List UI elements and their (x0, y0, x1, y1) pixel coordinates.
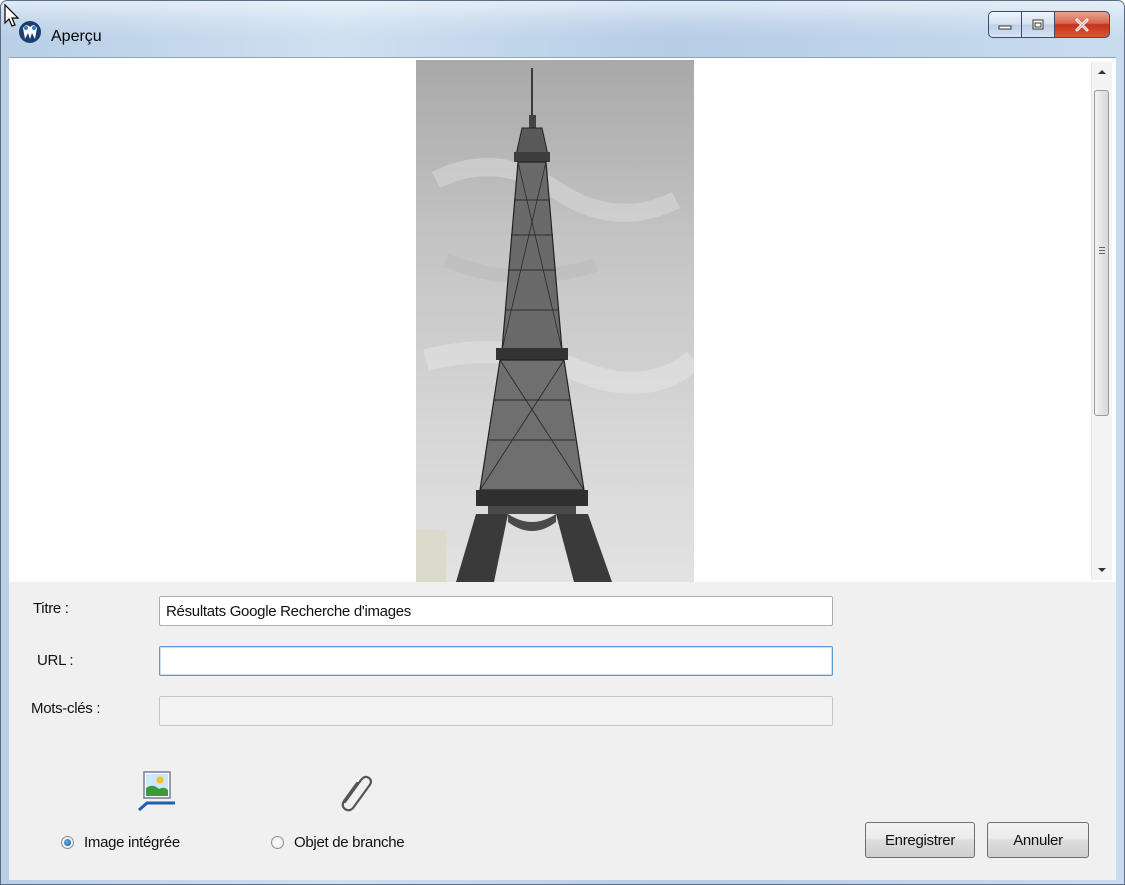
scroll-down-button[interactable] (1092, 560, 1112, 580)
keywords-field[interactable] (159, 696, 833, 726)
preview-vertical-scrollbar[interactable] (1091, 62, 1112, 580)
title-field[interactable] (159, 596, 833, 626)
embedded-image-option[interactable]: Image intégrée (61, 834, 180, 851)
embedded-image-radio[interactable] (61, 836, 74, 849)
caption-buttons (988, 11, 1110, 41)
branch-object-radio[interactable] (271, 836, 284, 849)
paperclip-icon (341, 775, 373, 812)
app-icon[interactable] (17, 19, 43, 45)
embedded-image-label[interactable]: Image intégrée (84, 834, 180, 851)
branch-object-option[interactable]: Objet de branche (271, 834, 405, 851)
eiffel-tower-image (416, 60, 694, 582)
scroll-down-arrow-icon (1098, 568, 1106, 572)
url-field[interactable] (159, 646, 833, 676)
close-button[interactable] (1055, 11, 1110, 38)
title-bar[interactable]: Aperçu (1, 1, 1124, 45)
minimize-icon (998, 25, 1012, 29)
scroll-up-button[interactable] (1092, 62, 1112, 82)
image-preview-pane (9, 58, 1116, 582)
scroll-thumb[interactable] (1094, 90, 1109, 416)
cancel-button[interactable]: Annuler (987, 822, 1089, 858)
close-icon (1075, 18, 1089, 31)
preview-window: Aperçu Titre: Résultats Google Recherch… (0, 0, 1125, 885)
title-label: Titre : (33, 600, 69, 617)
save-button[interactable]: Enregistrer (865, 822, 975, 858)
maximize-button[interactable] (1022, 11, 1055, 38)
branch-object-label[interactable]: Objet de branche (294, 834, 405, 851)
keywords-label: Mots-clés : (31, 700, 101, 717)
window-title: Aperçu (51, 28, 102, 45)
minimize-button[interactable] (988, 11, 1022, 38)
picture-icon (138, 771, 175, 812)
scroll-up-arrow-icon (1098, 70, 1106, 74)
maximize-icon (1032, 19, 1044, 29)
scroll-grip-icon (1099, 247, 1105, 254)
dialog-client-area: Titre : URL : Mots-clés : Image intégrée… (9, 57, 1116, 880)
url-label: URL : (37, 652, 74, 669)
